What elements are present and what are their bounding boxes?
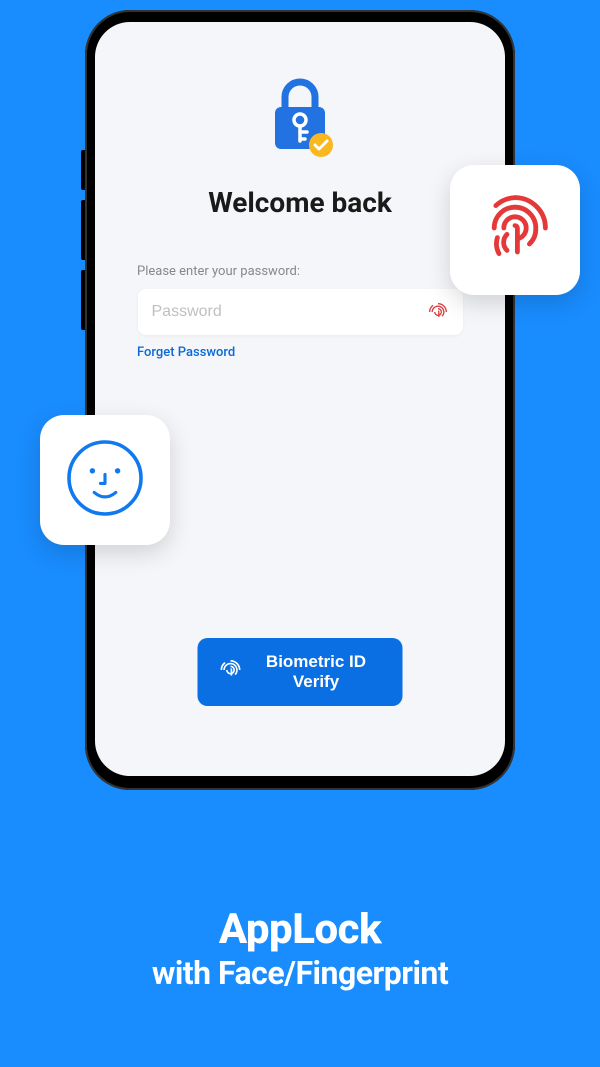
password-prompt-label: Please enter your password: (137, 264, 300, 279)
phone-button (81, 200, 85, 260)
promo-subtitle: with Face/Fingerprint (0, 954, 600, 992)
phone-button (81, 270, 85, 330)
phone-button (81, 150, 85, 190)
fingerprint-icon (475, 188, 555, 272)
app-lock-icon (265, 77, 335, 166)
welcome-title: Welcome back (208, 186, 392, 219)
face-id-icon (60, 433, 150, 527)
phone-frame: Welcome back Please enter your password:… (85, 10, 515, 790)
fingerprint-card (450, 165, 580, 295)
biometric-button-label: Biometric ID Verify (252, 652, 381, 692)
biometric-verify-button[interactable]: Biometric ID Verify (198, 638, 403, 706)
face-id-card (40, 415, 170, 545)
password-input[interactable] (152, 303, 427, 321)
password-input-container (138, 289, 463, 335)
promo-text-block: AppLock with Face/Fingerprint (0, 905, 600, 992)
phone-screen: Welcome back Please enter your password:… (95, 22, 505, 776)
forgot-password-link[interactable]: Forget Password (137, 345, 235, 360)
fingerprint-icon[interactable] (427, 301, 449, 323)
promo-title: AppLock (0, 905, 600, 954)
fingerprint-icon (220, 659, 242, 686)
